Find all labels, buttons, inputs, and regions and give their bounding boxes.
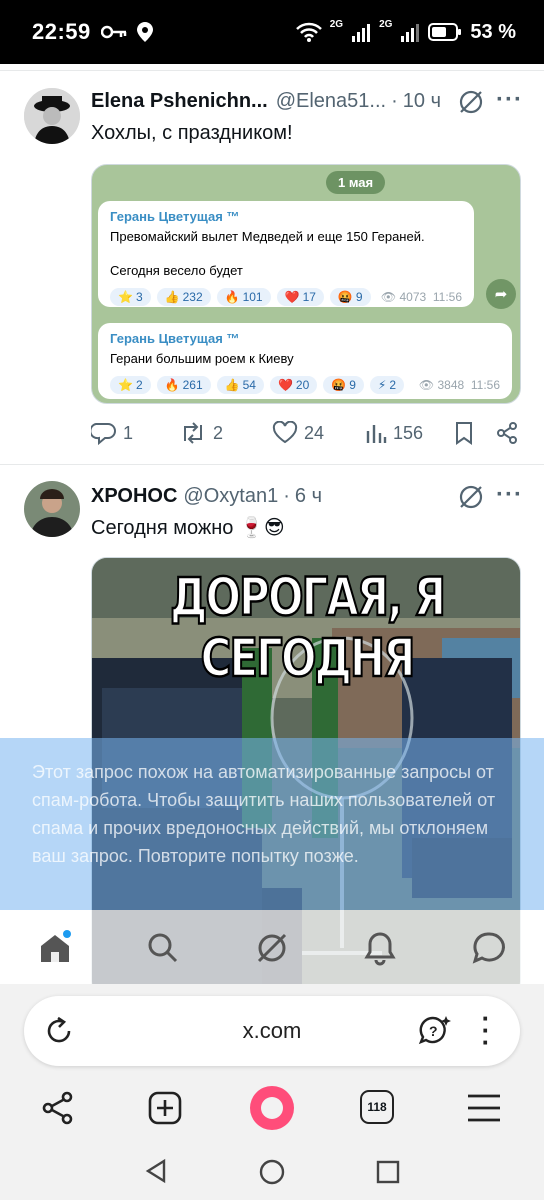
network-type-2: 2G xyxy=(379,18,393,30)
signal-icon-2 xyxy=(401,24,420,42)
battery-icon xyxy=(428,23,462,41)
tg-reaction: ⚡ 2 xyxy=(369,376,405,394)
tg-message: Герань Цветущая ™ Превомайский вылет Мед… xyxy=(98,201,474,307)
hamburger-menu-icon[interactable] xyxy=(466,1092,502,1124)
share-icon[interactable] xyxy=(495,421,519,445)
tabs-counter-button[interactable]: 118 xyxy=(360,1090,394,1124)
system-back-icon[interactable] xyxy=(144,1158,168,1184)
author-name[interactable]: Elena Pshenichn... xyxy=(91,90,268,113)
tweet-header: Elena Pshenichn... @Elena51... · 10 ч xyxy=(91,90,441,113)
heart-icon xyxy=(272,421,298,444)
tg-reactions: ⭐ 2 🔥 261 👍 54 ❤️ 20 🤬 9 ⚡ 2 👁 3848 11:56 xyxy=(110,376,500,394)
analytics-icon xyxy=(366,425,387,443)
rate-limit-banner: Этот запрос похож на автоматизированные … xyxy=(0,738,544,910)
repost-count: 2 xyxy=(213,422,224,443)
separator-dot: · xyxy=(391,90,398,112)
forward-icon: ➦ xyxy=(486,279,516,309)
location-icon xyxy=(136,22,153,42)
tg-reaction: 👍 54 xyxy=(216,376,264,394)
author-handle[interactable]: @Elena51... xyxy=(276,90,386,113)
tweet-text: Хохлы, с праздником! xyxy=(91,122,293,144)
grok-tab-icon[interactable] xyxy=(254,930,290,966)
home-icon[interactable] xyxy=(37,930,73,966)
repost-icon xyxy=(184,422,202,444)
wifi-icon xyxy=(295,22,322,42)
tg-views: 👁 4073 11:56 xyxy=(380,290,462,304)
separator-dot: · xyxy=(283,485,290,507)
tg-reaction: ⭐ 3 xyxy=(110,288,151,306)
messages-icon[interactable] xyxy=(471,930,507,966)
tg-reaction: 🔥 101 xyxy=(216,288,271,306)
battery-level: 53 % xyxy=(470,20,516,43)
tg-date-pill: 1 мая xyxy=(326,171,386,194)
timestamp[interactable]: 10 ч xyxy=(403,90,441,113)
search-icon[interactable] xyxy=(145,930,181,966)
reply-count: 1 xyxy=(123,422,134,443)
bottom-nav xyxy=(0,910,544,984)
tg-reaction: ❤️ 17 xyxy=(276,288,324,306)
more-options-icon[interactable]: ··· xyxy=(496,86,523,114)
tweet-image[interactable]: 1 мая Герань Цветущая ™ Превомайский выл… xyxy=(91,164,521,404)
bookmark-icon[interactable] xyxy=(453,421,475,445)
tg-reaction: 🤬 9 xyxy=(329,288,371,306)
meme-caption: ДОРОГАЯ, Я СЕГОДНЯ xyxy=(169,565,447,690)
reply-icon xyxy=(91,423,116,445)
browser-chrome: x.com ? · · · 118 xyxy=(0,984,544,1200)
view-count: 156 xyxy=(393,422,424,443)
tg-reaction: ❤️ 20 xyxy=(269,376,318,394)
author-name[interactable]: ХРОНОС xyxy=(91,485,177,508)
avatar[interactable] xyxy=(24,481,80,537)
tg-views: 👁 3848 11:56 xyxy=(418,378,500,392)
share-page-icon[interactable] xyxy=(40,1090,76,1126)
browser-menu-icon[interactable]: · · · xyxy=(479,1005,493,1055)
system-recents-icon[interactable] xyxy=(376,1160,400,1184)
new-tab-icon[interactable] xyxy=(147,1090,183,1126)
like-count: 24 xyxy=(304,422,325,443)
system-home-icon[interactable] xyxy=(259,1159,285,1185)
tg-channel-name: Герань Цветущая ™ xyxy=(110,331,240,346)
tweet-header: ХРОНОС @Oxytan1 · 6 ч xyxy=(91,485,322,508)
tg-reaction: ⭐ 2 xyxy=(110,376,151,394)
tg-message: Герань Цветущая ™ Герани большим роем к … xyxy=(98,323,512,399)
tg-channel-name: Герань Цветущая ™ xyxy=(110,209,240,224)
reply-button[interactable]: 1 xyxy=(91,421,133,445)
tg-reaction: 🤬 9 xyxy=(323,376,364,394)
network-type-1: 2G xyxy=(329,18,344,30)
status-bar: 22:59 2G 2G 53 % xyxy=(0,0,544,64)
tg-message-line: Превомайский вылет Медведей и еще 150 Ге… xyxy=(110,229,425,244)
avatar[interactable] xyxy=(24,88,80,144)
key-icon xyxy=(100,25,127,39)
clock: 22:59 xyxy=(32,19,91,44)
signal-icon-1 xyxy=(352,24,371,42)
grok-icon[interactable] xyxy=(458,89,484,115)
like-button[interactable]: 24 xyxy=(272,421,324,445)
tg-reaction: 🔥 261 xyxy=(156,376,211,394)
tweet-actions: 1 2 24 156 xyxy=(91,420,521,446)
tg-message-line: Герани большим роем к Киеву xyxy=(110,351,294,366)
divider xyxy=(0,70,544,71)
assistant-icon[interactable]: ? xyxy=(418,1014,452,1048)
repost-button[interactable]: 2 xyxy=(179,421,223,445)
address-bar[interactable]: x.com ? · · · xyxy=(24,996,520,1066)
svg-text:?: ? xyxy=(429,1023,438,1039)
tg-reactions: ⭐ 3 👍 232 🔥 101 ❤️ 17 🤬 9 👁 4073 11:56 xyxy=(110,288,462,306)
views-button[interactable]: 156 xyxy=(365,421,423,445)
grok-icon[interactable] xyxy=(458,484,484,510)
more-options-icon[interactable]: ··· xyxy=(496,481,523,509)
notifications-icon[interactable] xyxy=(362,930,398,966)
alice-assistant-icon[interactable] xyxy=(248,1084,296,1132)
tg-message-line: Сегодня весело будет xyxy=(110,263,243,278)
author-handle[interactable]: @Oxytan1 xyxy=(183,485,278,508)
tg-reaction: 👍 232 xyxy=(156,288,211,306)
timestamp[interactable]: 6 ч xyxy=(295,485,322,508)
tweet-text: Сегодня можно 🍷😎 xyxy=(91,517,285,539)
tweet[interactable]: Elena Pshenichn... @Elena51... · 10 ч ··… xyxy=(0,72,544,464)
